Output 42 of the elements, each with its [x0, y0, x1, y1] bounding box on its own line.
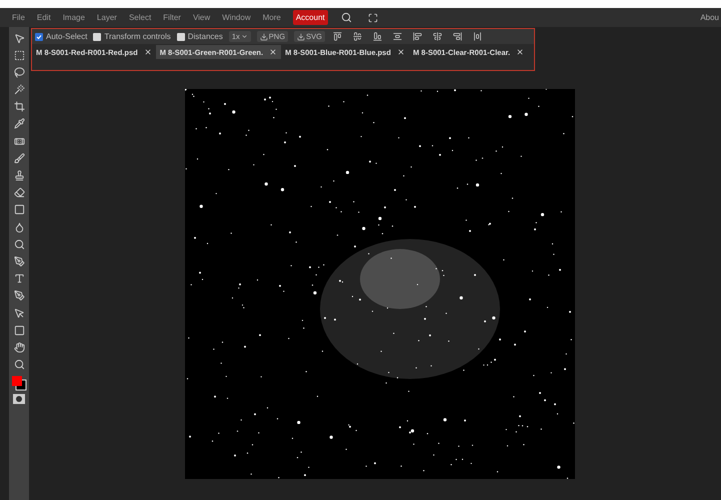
menu-item[interactable]: Edit — [36, 13, 51, 22]
pen-icon[interactable] — [12, 288, 26, 303]
search-icon[interactable] — [340, 10, 354, 24]
download-icon — [297, 32, 306, 40]
menu-item[interactable]: More — [262, 13, 281, 22]
checkbox-label: Distances — [188, 32, 223, 41]
pen-icon[interactable] — [12, 254, 26, 268]
menu-item[interactable]: File — [12, 13, 25, 22]
about-link[interactable]: Abou — [700, 13, 721, 22]
check-icon — [36, 34, 42, 40]
marquee-tool-icon[interactable] — [12, 48, 26, 62]
close-icon[interactable] — [396, 48, 405, 56]
close-icon[interactable] — [269, 48, 278, 56]
menu-item[interactable]: Filter — [163, 13, 181, 22]
checkbox[interactable] — [35, 32, 43, 40]
menu-item[interactable]: View — [192, 13, 210, 22]
hand-icon[interactable] — [12, 340, 26, 354]
eyedropper-icon[interactable] — [12, 116, 26, 131]
zoom-icon[interactable] — [12, 358, 26, 372]
magic-wand-icon[interactable] — [12, 82, 26, 97]
close-icon[interactable] — [144, 48, 152, 56]
menu-item[interactable]: Image — [62, 13, 85, 22]
crop-icon[interactable] — [12, 100, 26, 114]
brush-icon[interactable] — [12, 151, 26, 166]
checkbox-label: Auto-Select — [46, 32, 88, 41]
pointer-icon[interactable] — [12, 306, 26, 320]
rectangle-icon[interactable] — [12, 323, 26, 338]
checkbox[interactable] — [176, 32, 185, 40]
menu-item[interactable]: Select — [128, 13, 152, 22]
menu-item[interactable]: Layer — [96, 13, 117, 22]
checkbox-label: Transform controls — [104, 32, 171, 41]
menu-item[interactable]: Account — [292, 10, 328, 25]
close-icon[interactable] — [516, 48, 524, 56]
download-icon — [260, 32, 268, 40]
menu-item[interactable]: Window — [222, 13, 251, 22]
lasso-tool-icon[interactable] — [12, 65, 26, 80]
magnifier-icon[interactable] — [12, 237, 26, 252]
checkbox[interactable] — [93, 32, 102, 40]
mask-icon[interactable] — [13, 394, 25, 404]
color-swatches-icon[interactable] — [11, 374, 27, 391]
caret-icon — [240, 33, 248, 40]
eraser-icon[interactable] — [12, 186, 26, 200]
